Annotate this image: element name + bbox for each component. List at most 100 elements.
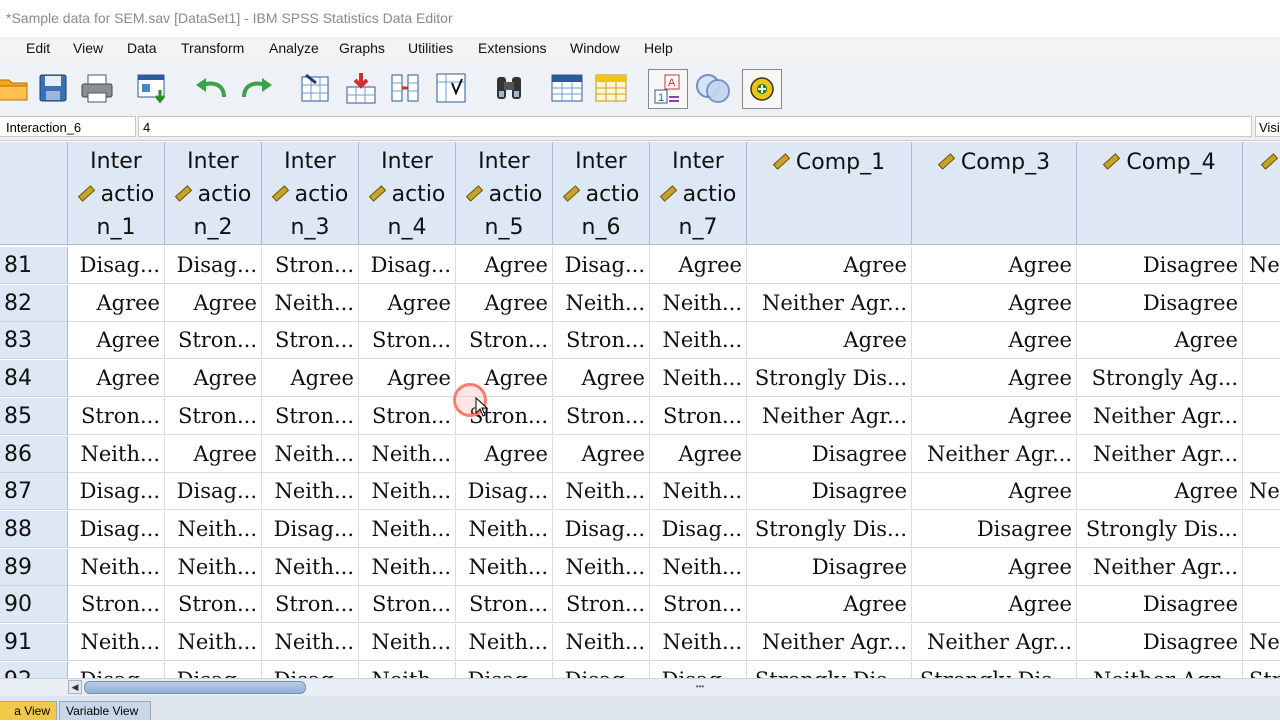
data-cell[interactable]: Neith... <box>68 548 165 586</box>
data-cell[interactable]: Neith... <box>359 435 456 473</box>
data-cell[interactable]: Strongly Ag... <box>1077 360 1243 398</box>
column-header-Comp_1[interactable]: Comp_1 <box>747 142 912 245</box>
data-cell[interactable] <box>1243 285 1280 322</box>
data-cell[interactable]: Neith... <box>359 510 456 548</box>
data-cell[interactable]: Agree <box>68 322 165 360</box>
data-cell[interactable]: Disagree <box>1077 624 1243 661</box>
menu-extensions[interactable]: Extensions <box>478 40 546 56</box>
data-cell[interactable]: Ne <box>1243 247 1280 284</box>
data-cell[interactable]: Agree <box>747 247 912 284</box>
data-cell[interactable]: Stron... <box>165 397 262 435</box>
data-cell[interactable]: Agree <box>165 360 262 398</box>
data-cell[interactable]: Ne <box>1243 473 1280 511</box>
data-cell[interactable]: Neith... <box>553 624 650 661</box>
row-number[interactable]: 84 <box>0 360 68 398</box>
data-cell[interactable] <box>1243 398 1280 435</box>
data-cell[interactable]: Stron... <box>68 397 165 435</box>
data-cell[interactable]: Neith... <box>650 473 747 511</box>
data-cell[interactable]: Agree <box>912 473 1077 511</box>
data-cell[interactable]: Agree <box>912 360 1077 398</box>
data-cell[interactable]: Disag... <box>68 247 165 284</box>
data-cell[interactable]: Disag... <box>553 510 650 548</box>
tab-variable-view[interactable]: Variable View <box>59 701 151 720</box>
data-cell[interactable]: Neith... <box>165 548 262 586</box>
data-cell[interactable]: Neith... <box>165 510 262 548</box>
data-cell[interactable] <box>1243 360 1280 398</box>
data-cell[interactable]: Disag... <box>68 510 165 548</box>
customize-icon[interactable] <box>742 69 782 109</box>
data-cell[interactable]: Disag... <box>650 661 747 678</box>
data-cell[interactable]: Agree <box>165 435 262 473</box>
menu-help[interactable]: Help <box>644 40 673 56</box>
data-cell[interactable]: Disag... <box>359 247 456 284</box>
menu-window[interactable]: Window <box>570 40 620 56</box>
row-number[interactable]: 82 <box>0 284 68 322</box>
row-number[interactable]: 87 <box>0 473 68 511</box>
data-cell[interactable]: Neith... <box>262 624 359 661</box>
row-number[interactable]: 85 <box>0 397 68 435</box>
data-cell[interactable]: Neither Agr... <box>747 284 912 322</box>
data-cell[interactable]: Neith... <box>650 284 747 322</box>
goto-case-icon[interactable] <box>296 69 334 107</box>
data-cell[interactable]: Neith... <box>553 548 650 586</box>
column-header-Interaction_6[interactable]: Inter actio n_6 <box>553 142 650 245</box>
data-cell[interactable]: Stron... <box>359 397 456 435</box>
data-cell[interactable]: Agree <box>747 586 912 624</box>
print-icon[interactable] <box>78 69 116 107</box>
data-cell[interactable]: Stron... <box>553 322 650 360</box>
data-cell[interactable]: Agree <box>553 435 650 473</box>
column-header-Interaction_3[interactable]: Inter actio n_3 <box>262 142 359 245</box>
data-cell[interactable]: Neith... <box>650 322 747 360</box>
data-cell[interactable]: Neith... <box>359 473 456 511</box>
data-cell[interactable]: Neith... <box>262 284 359 322</box>
column-header-Interaction_4[interactable]: Inter actio n_4 <box>359 142 456 245</box>
data-cell[interactable]: Neither Agr... <box>747 397 912 435</box>
data-cell[interactable]: Neith... <box>165 624 262 661</box>
data-cell[interactable]: Stron... <box>650 586 747 624</box>
data-cell[interactable]: Agree <box>456 435 553 473</box>
data-cell[interactable]: Str <box>1243 662 1280 678</box>
data-cell[interactable]: Stron... <box>553 586 650 624</box>
data-cell[interactable]: Agree <box>68 360 165 398</box>
column-header-Comp_4[interactable]: Comp_4 <box>1077 142 1243 245</box>
menu-view[interactable]: View <box>73 40 103 56</box>
open-folder-icon[interactable] <box>0 69 32 107</box>
data-cell[interactable]: Neith... <box>553 284 650 322</box>
data-cell[interactable]: Agree <box>359 284 456 322</box>
data-cell[interactable] <box>1243 436 1280 473</box>
data-cell[interactable]: Stron... <box>262 247 359 284</box>
menu-utilities[interactable]: Utilities <box>408 40 453 56</box>
data-cell[interactable]: Strongly Dis... <box>1077 510 1243 548</box>
row-number[interactable]: 88 <box>0 510 68 548</box>
data-cell[interactable]: Disagree <box>1077 284 1243 322</box>
data-cell[interactable]: Disag... <box>262 661 359 678</box>
data-cell[interactable]: Agree <box>912 548 1077 586</box>
redo-icon[interactable] <box>238 69 276 107</box>
data-cell[interactable]: Neith... <box>650 624 747 661</box>
data-cell[interactable]: Stron... <box>165 586 262 624</box>
data-cell[interactable]: Agree <box>912 586 1077 624</box>
data-cell[interactable]: Neith... <box>68 624 165 661</box>
cell-value-input[interactable]: 4 <box>138 116 1252 137</box>
data-cell[interactable]: Neither Agr... <box>1077 548 1243 586</box>
menu-transform[interactable]: Transform <box>181 40 244 56</box>
data-cell[interactable]: Agree <box>553 360 650 398</box>
menu-edit[interactable]: Edit <box>26 40 50 56</box>
data-cell[interactable]: Neith... <box>359 661 456 678</box>
data-cell[interactable]: Neith... <box>553 473 650 511</box>
data-cell[interactable]: Stron... <box>553 397 650 435</box>
data-cell[interactable]: Agree <box>456 247 553 284</box>
data-cell[interactable]: Strongly Dis... <box>747 510 912 548</box>
data-cell[interactable]: Disag... <box>165 473 262 511</box>
data-cell[interactable]: Agree <box>912 284 1077 322</box>
data-cell[interactable]: Agree <box>1077 473 1243 511</box>
data-cell[interactable] <box>1243 549 1280 586</box>
data-cell[interactable]: Agree <box>650 247 747 284</box>
data-cell[interactable]: Stron... <box>359 322 456 360</box>
data-cell[interactable]: Agree <box>1077 322 1243 360</box>
data-cell[interactable]: Agree <box>165 284 262 322</box>
data-cell[interactable]: Disag... <box>262 510 359 548</box>
column-header-next[interactable] <box>1243 142 1280 245</box>
data-cell[interactable]: Strongly Dis... <box>747 360 912 398</box>
data-cell[interactable]: Neith... <box>262 548 359 586</box>
